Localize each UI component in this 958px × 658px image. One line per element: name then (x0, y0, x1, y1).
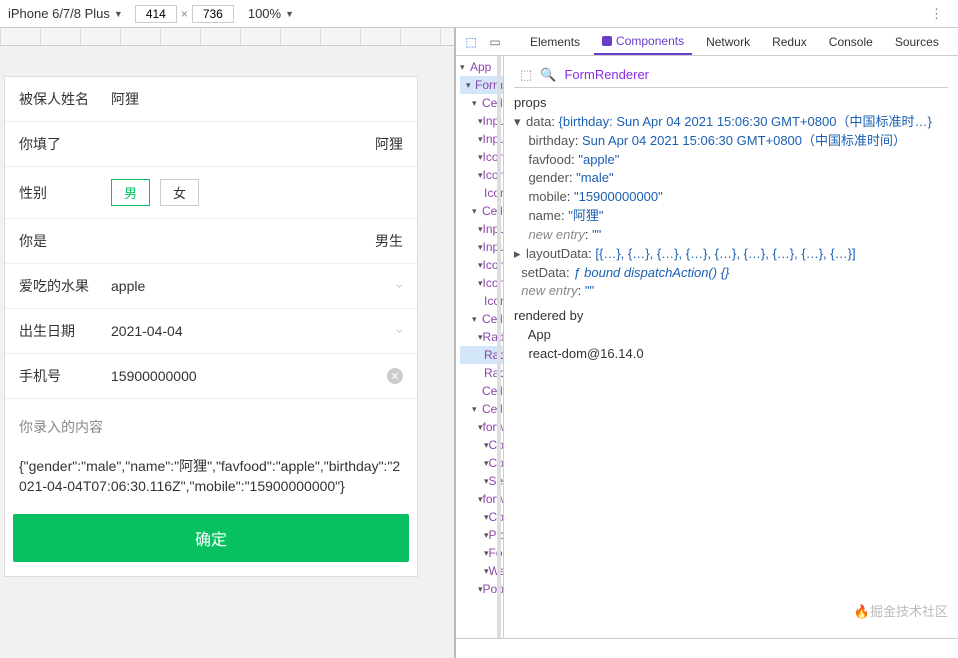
row-gender: 性别 男 女 (5, 167, 417, 219)
times-icon: × (181, 7, 188, 21)
devtools-pane: ⬚ ▭ Elements Components Network Redux Co… (456, 28, 958, 658)
more-menu-icon[interactable]: ⋮ (924, 6, 950, 22)
phone-viewport: 被保人姓名 阿狸 你填了 阿狸 性别 男 女 你是 男生 爱吃的水果 app (4, 76, 418, 577)
tab-sources[interactable]: Sources (887, 28, 947, 55)
component-tree[interactable]: ▾App▾Form▾Cell▾Inpu▾Inpu▾Icon▾IconIcon▾C… (456, 56, 504, 638)
width-input[interactable] (135, 5, 177, 23)
props-newentry[interactable]: new entry: "" (514, 226, 948, 245)
device-select[interactable]: iPhone 6/7/8 Plus ▼ (8, 6, 123, 21)
tab-redux[interactable]: Redux (764, 28, 815, 55)
select-icon[interactable]: ⬚ (520, 67, 532, 83)
birthday-label: 出生日期 (19, 321, 111, 341)
row-favfood[interactable]: 爱吃的水果 apple › (5, 264, 417, 309)
props-newentry2[interactable]: new entry: "" (514, 282, 948, 301)
scrollbar[interactable] (497, 56, 501, 638)
tab-elements[interactable]: Elements (522, 28, 588, 55)
props-section: props ▾data: {birthday: Sun Apr 04 2021 … (514, 94, 948, 301)
row-mobile: 手机号 15900000000 ✕ (5, 354, 417, 399)
ruler (0, 28, 454, 46)
dimensions: × (135, 5, 234, 23)
props-layoutdata[interactable]: ▸layoutData: [{…}, {…}, {…}, {…}, {…}, {… (514, 245, 948, 264)
json-preview: 你录入的内容 {"gender":"male","name":"阿狸","fav… (5, 399, 417, 504)
search-icon[interactable]: 🔍 (540, 67, 556, 83)
props-name[interactable]: name: "阿狸" (514, 207, 948, 226)
youfill-value: 阿狸 (111, 134, 403, 154)
rendered-by-section: rendered by App react-dom@16.14.0 (514, 307, 948, 364)
renderedby-app[interactable]: App (514, 326, 948, 345)
favfood-label: 爱吃的水果 (19, 276, 111, 296)
youare-value: 男生 (111, 231, 403, 251)
tab-components[interactable]: Components (594, 28, 692, 55)
renderedby-header: rendered by (514, 307, 948, 326)
props-panel: ⬚ 🔍 props ▾data: {birthday: Sun Apr 04 2… (504, 56, 958, 638)
tab-network[interactable]: Network (698, 28, 758, 55)
row-youfill: 你填了 阿狸 (5, 122, 417, 167)
row-name: 被保人姓名 阿狸 (5, 77, 417, 122)
props-data[interactable]: ▾data: {birthday: Sun Apr 04 2021 15:06:… (514, 113, 948, 132)
props-mobile[interactable]: mobile: "15900000000" (514, 188, 948, 207)
renderedby-reactdom[interactable]: react-dom@16.14.0 (514, 345, 948, 364)
device-name: iPhone 6/7/8 Plus (8, 6, 110, 21)
submit-button[interactable]: 确定 (13, 514, 409, 562)
props-header: props (514, 94, 948, 113)
youfill-label: 你填了 (19, 134, 111, 154)
device-toolbar: iPhone 6/7/8 Plus ▼ × 100% ▼ ⋮ (0, 0, 958, 28)
chevron-right-icon: › (393, 284, 409, 289)
youare-label: 你是 (19, 231, 111, 251)
chevron-right-icon: › (393, 329, 409, 334)
row-birthday[interactable]: 出生日期 2021-04-04 › (5, 309, 417, 354)
json-header: 你录入的内容 (19, 417, 403, 437)
props-favfood[interactable]: favfood: "apple" (514, 151, 948, 170)
device-preview-pane: 被保人姓名 阿狸 你填了 阿狸 性别 男 女 你是 男生 爱吃的水果 app (0, 28, 456, 658)
components-icon (602, 36, 612, 46)
devtools-tabs: ⬚ ▭ Elements Components Network Redux Co… (456, 28, 958, 56)
props-birthday[interactable]: birthday: Sun Apr 04 2021 15:06:30 GMT+0… (514, 132, 948, 151)
search-row: ⬚ 🔍 (514, 62, 948, 88)
watermark: 🔥掘金技术社区 (854, 601, 948, 620)
gender-label: 性别 (19, 183, 111, 203)
mobile-value[interactable]: 15900000000 (111, 368, 387, 384)
json-text: {"gender":"male","name":"阿狸","favfood":"… (19, 457, 403, 496)
chevron-down-icon: ▼ (285, 9, 294, 19)
radio-female[interactable]: 女 (160, 179, 199, 206)
devtools-footer (456, 638, 958, 658)
favfood-value: apple (111, 278, 392, 294)
device-toggle-icon[interactable]: ▭ (486, 35, 504, 49)
props-setdata[interactable]: setData: ƒ bound dispatchAction() {} (514, 264, 948, 283)
name-value[interactable]: 阿狸 (111, 89, 403, 109)
tab-console[interactable]: Console (821, 28, 881, 55)
mobile-label: 手机号 (19, 366, 111, 386)
row-youare: 你是 男生 (5, 219, 417, 264)
inspect-icon[interactable]: ⬚ (462, 35, 480, 49)
component-search-input[interactable] (564, 67, 942, 82)
zoom-select[interactable]: 100% ▼ (248, 6, 294, 21)
radio-male[interactable]: 男 (111, 179, 150, 206)
birthday-value: 2021-04-04 (111, 323, 392, 339)
zoom-value: 100% (248, 6, 281, 21)
chevron-down-icon: ▼ (114, 9, 123, 19)
clear-icon[interactable]: ✕ (387, 368, 403, 384)
name-label: 被保人姓名 (19, 89, 111, 109)
height-input[interactable] (192, 5, 234, 23)
props-gender[interactable]: gender: "male" (514, 169, 948, 188)
gender-radio-group: 男 女 (111, 179, 199, 206)
